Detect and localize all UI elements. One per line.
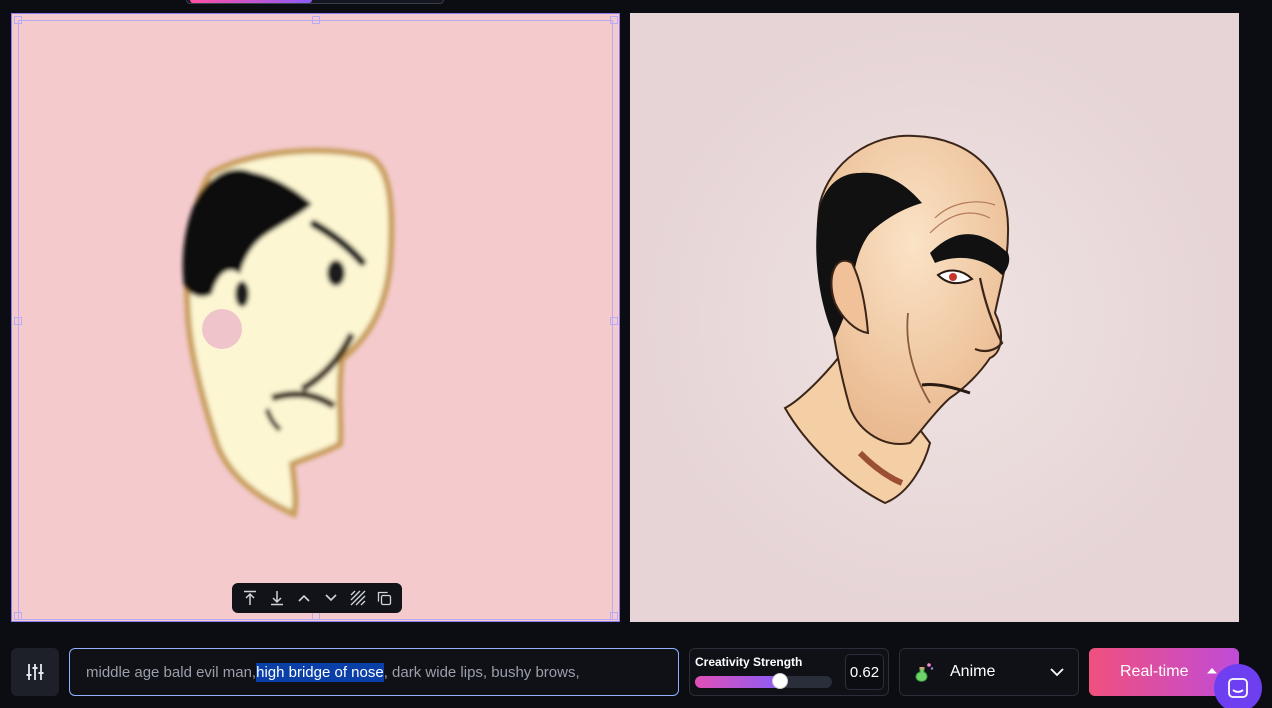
resize-handle[interactable]	[312, 16, 320, 24]
settings-sliders-button[interactable]	[11, 648, 59, 696]
realtime-label: Real-time	[1120, 663, 1189, 680]
drawing-canvas[interactable]	[11, 13, 620, 622]
chevron-up-icon[interactable]	[292, 586, 316, 610]
sliders-icon	[26, 664, 44, 680]
prompt-text-before: middle age bald evil man,	[86, 663, 257, 681]
mode-tab-active[interactable]	[190, 0, 312, 3]
resize-handle[interactable]	[610, 612, 618, 620]
slider-fill	[695, 676, 780, 688]
slider-thumb[interactable]	[771, 673, 788, 689]
bring-to-front-icon[interactable]	[238, 586, 262, 610]
creativity-strength-control: Creativity Strength 0.62	[689, 648, 889, 696]
app: middle age bald evil man, high bridge of…	[0, 0, 1272, 708]
layer-toolbar	[232, 583, 402, 613]
duplicate-icon[interactable]	[373, 586, 397, 610]
creativity-strength-label: Creativity Strength	[695, 655, 803, 669]
potion-icon	[915, 663, 934, 682]
resize-handle[interactable]	[14, 612, 22, 620]
creativity-strength-value[interactable]: 0.62	[845, 654, 884, 690]
selection-box[interactable]	[18, 20, 613, 620]
send-to-back-icon[interactable]	[265, 586, 289, 610]
resize-handle[interactable]	[312, 612, 320, 620]
resize-handle[interactable]	[14, 317, 22, 325]
style-name: Anime	[950, 663, 996, 680]
chevron-down-icon[interactable]	[319, 586, 343, 610]
style-dropdown[interactable]: Anime	[899, 648, 1079, 696]
generated-image	[630, 13, 1239, 622]
prompt-input[interactable]: middle age bald evil man, high bridge of…	[69, 648, 679, 696]
resize-handle[interactable]	[14, 16, 22, 24]
hatch-pattern-icon[interactable]	[346, 586, 370, 610]
chat-icon	[1228, 678, 1248, 698]
creativity-strength-slider[interactable]	[695, 676, 832, 688]
resize-handle[interactable]	[610, 16, 618, 24]
chevron-down-icon	[1050, 667, 1064, 676]
generated-portrait	[630, 13, 1239, 622]
resize-handle[interactable]	[610, 317, 618, 325]
mode-tab-strip[interactable]	[186, 0, 444, 4]
prompt-text-after: , dark wide lips, bushy brows,	[383, 663, 580, 681]
chat-support-button[interactable]	[1214, 664, 1262, 708]
prompt-text-selection: high bridge of nose	[256, 662, 384, 682]
caret-up-icon[interactable]	[1207, 667, 1217, 674]
